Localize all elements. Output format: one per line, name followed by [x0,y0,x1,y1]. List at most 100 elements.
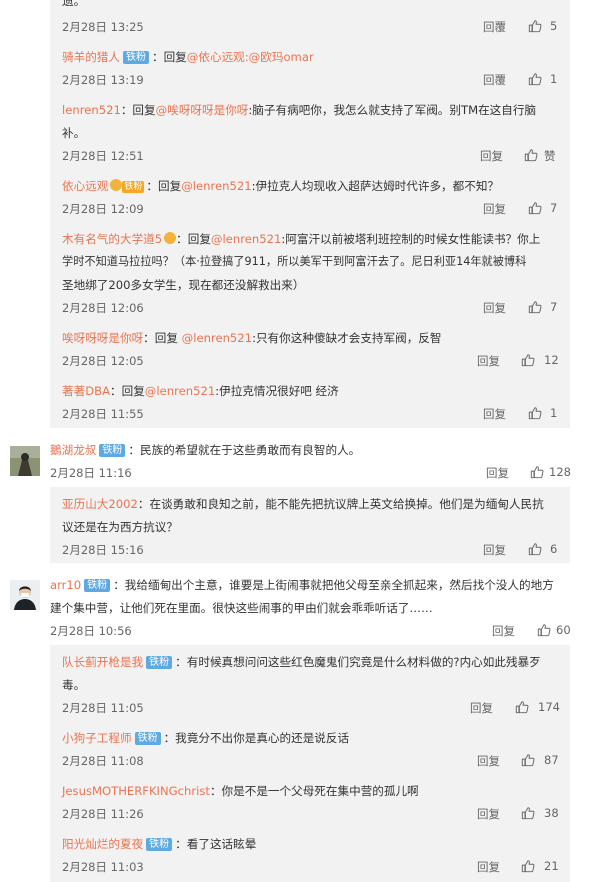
reply-text: 依心远观 铁粉 ：回复@lenren521:伊拉克人均现收入超萨达姆时代许多，都不知… [62,179,500,193]
reply-text-cont: 圣地绑了200多女学生，现在都还没解救出来） [62,278,305,292]
reply-button[interactable]: 回复 [477,859,500,875]
mention-link[interactable]: @唉呀呀呀是你呀 [156,103,249,117]
reply-text: JesusMOTHERFKINGchrist：你是不是一个父母死在集中营的孤儿啊 [62,784,419,798]
like-icon[interactable] [528,542,542,556]
reply-button[interactable]: 回复 [483,406,506,422]
like-icon[interactable] [528,201,542,215]
comment-time: 2月28日 12:06 [62,301,144,315]
fan-badge: 铁粉 [99,444,126,457]
username[interactable]: 著著DBA [62,384,110,398]
fan-badge: 铁粉 [146,838,173,851]
reply-text: 骑羊的猎人 铁粉 ：回复@依心远观:@欧玛omar [62,50,314,64]
reply-text: 著著DBA：回复@lenren521:伊拉克情况很好吧 经济 [62,384,339,398]
like-count: 1 [550,72,558,86]
mention-link[interactable]: @lenren521 [211,232,281,246]
vip-icon [110,179,123,191]
like-count: 21 [544,859,559,873]
reply-text-cont: 学时不知道马拉拉吗？（本·拉登搞了911，所以美军干到阿富汗去了。尼日利亚14年… [62,255,527,268]
reply-button[interactable]: 回复 [477,753,500,769]
username[interactable]: 木有名气的大学道5 [62,232,162,246]
reply-text: 阳光灿烂的夏夜 铁粉 ：看了这话眩晕 [62,837,257,851]
reply-text: 亚历山大2002：在谈勇敢和良知之前，能不能先把抗议牌上英文给换掉。他们是为缅甸… [62,497,544,511]
reply-button[interactable]: 回复 [470,700,493,716]
like-icon[interactable] [528,406,542,420]
fan-badge: 铁粉 [134,732,161,745]
reply-text-cont: 毒。 [62,678,86,692]
username[interactable]: arr10 [50,578,81,592]
like-icon[interactable] [521,753,535,767]
like-icon[interactable] [528,300,542,314]
comment-time: 2月28日 10:56 [50,624,132,638]
comment-time: 2月28日 11:16 [50,466,132,480]
mention-link[interactable]: :@欧玛omar [245,50,314,64]
username[interactable]: 队长蓟开枪是我 [62,655,143,669]
reply-text: 队长蓟开枪是我 铁粉 ：有时候真想问问这些红色魔鬼们究竟是什么材料做的?内心如此残暴… [62,655,541,669]
mention-link[interactable]: @lenren521 [181,179,251,193]
like-count: 7 [550,300,558,314]
mention-link[interactable]: @lenren521 [182,331,252,345]
comment-time: 2月28日 11:26 [62,807,144,821]
reply-button[interactable]: 回复 [483,542,506,558]
like-icon[interactable] [521,806,535,820]
comment-time: 2月28日 11:55 [62,407,144,421]
comment-time: 2月28日 12:51 [62,149,144,163]
reply-button[interactable]: 回复 [483,201,506,217]
comment-time: 2月28日 13:25 [62,20,144,34]
like-icon[interactable] [528,19,542,33]
reply-text: 木有名气的大学道5 ：回复@lenren521:阿富汗以前被塔利班控制的时候女性能… [62,232,541,246]
fan-badge: 铁粉 [84,579,111,592]
username[interactable]: 阳光灿烂的夏夜 [62,837,143,851]
reply-button[interactable]: 回复 [480,148,503,164]
fan-badge: 铁粉 [146,656,173,669]
mention-link[interactable]: @依心远观 [187,50,245,64]
like-icon[interactable] [528,72,542,86]
comment-time: 2月28日 15:16 [62,543,144,557]
username[interactable]: 骑羊的猎人 [62,50,120,64]
reply-text: 小狗子工程师 铁粉 ：我竟分不出你是真心的还是说反话 [62,731,350,745]
avatar[interactable] [10,446,40,476]
comment-time: 2月28日 12:09 [62,202,144,216]
like-count: 174 [538,700,560,714]
like-icon[interactable] [515,700,529,714]
overflow-text: 遗。 [62,0,86,8]
comment-time: 2月28日 12:05 [62,354,144,368]
username[interactable]: 鵝湖龙叔 [50,443,96,457]
like-count: 12 [544,353,559,367]
reply-thread-1: 遗。 2月28日 13:25 回覆 5 骑羊的猎人 铁粉 ：回复@依心远观:@欧玛o… [50,0,570,428]
like-icon[interactable] [521,859,535,873]
reply-button[interactable]: 回覆 [483,72,506,88]
comment-time: 2月28日 11:05 [62,701,144,715]
mention-link[interactable]: @lenren521 [145,384,215,398]
like-count: 6 [550,542,558,556]
reply-text: lenren521：回复@唉呀呀呀是你呀:脑子有病吧你，我怎么就支持了军阀。别T… [62,103,537,117]
reply-button[interactable]: 回复 [492,623,515,639]
comment-text: 鵝湖龙叔 铁粉 ：民族的希望就在于这些勇敢而有良智的人。 [50,443,361,457]
comment-text: arr10 铁粉 ：我给缅甸出个主意，谁要是上街闹事就把他父母至亲全抓起来，然后找个… [50,578,554,592]
comment-time: 2月28日 11:08 [62,754,144,768]
reply-thread-2: 亚历山大2002：在谈勇敢和良知之前，能不能先把抗议牌上英文给换掉。他们是为缅甸… [50,487,570,563]
username[interactable]: lenren521 [62,103,121,117]
reply-button[interactable]: 回复 [477,353,500,369]
reply-button[interactable]: 回覆 [483,19,506,35]
avatar-image [10,580,40,610]
like-icon[interactable] [521,353,535,367]
username[interactable]: 小狗子工程师 [62,731,132,745]
like-count: 赞 [544,149,556,163]
reply-button[interactable]: 回复 [477,806,500,822]
reply-button[interactable]: 回复 [483,300,506,316]
username[interactable]: 唉呀呀呀是你呀 [62,331,143,345]
comment-time: 2月28日 11:03 [62,860,144,874]
like-icon[interactable] [537,623,551,637]
reply-thread-3: 队长蓟开枪是我 铁粉 ：有时候真想问问这些红色魔鬼们究竟是什么材料做的?内心如此残暴… [50,645,570,882]
fan-badge: 铁粉 [122,181,145,193]
username[interactable]: JesusMOTHERFKINGchrist [62,784,210,798]
reply-button[interactable]: 回复 [486,465,509,481]
avatar[interactable] [10,580,40,610]
like-count: 128 [549,465,571,479]
username[interactable]: 亚历山大2002 [62,497,138,511]
like-icon[interactable] [524,148,538,162]
like-icon[interactable] [530,465,544,479]
reply-text-cont: 议还是在为西方抗议？ [62,520,178,534]
username[interactable]: 依心远观 [62,179,108,193]
reply-text-cont: 补。 [62,126,86,140]
